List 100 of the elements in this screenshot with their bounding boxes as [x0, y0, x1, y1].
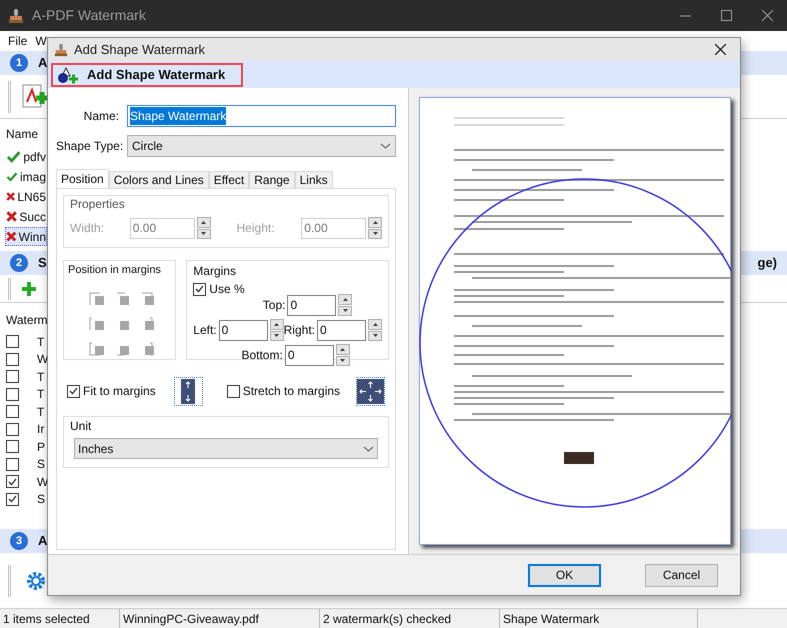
close-icon[interactable]: [715, 44, 726, 55]
window-title: A-PDF Watermark: [32, 6, 146, 25]
stamp-icon: [54, 42, 68, 56]
margin-field[interactable]: 0: [317, 320, 366, 340]
margin-field[interactable]: 0: [284, 344, 334, 366]
dialog-heading: Add Shape Watermark: [87, 66, 226, 84]
dialog-button[interactable]: OK: [528, 564, 601, 586]
spin-buttons[interactable]: [270, 319, 284, 341]
group-title: Properties: [70, 196, 126, 213]
cross-icon: [6, 209, 18, 224]
file-row[interactable]: imag: [6, 168, 46, 185]
shape-type-label: Shape Type:: [56, 138, 124, 155]
watermark-name: P: [37, 438, 46, 456]
file-name: pdfv: [23, 148, 46, 166]
watermark-name: T: [37, 386, 44, 404]
dialog-button[interactable]: Cancel: [645, 564, 718, 586]
checkbox[interactable]: [67, 384, 80, 398]
tab[interactable]: Colors and Lines: [108, 171, 209, 188]
margin-label: Left:: [193, 322, 217, 339]
checkbox[interactable]: [6, 458, 19, 471]
fit-vertical-button[interactable]: [174, 376, 203, 406]
margin-label: Top:: [262, 297, 286, 314]
checkbox[interactable]: [193, 282, 206, 296]
status-text: Shape Watermark: [500, 609, 698, 628]
section-title: S: [38, 254, 47, 272]
menu-item[interactable]: W: [35, 32, 47, 50]
fit-to-margins-label: Fit to margins: [83, 383, 156, 400]
checkbox[interactable]: [6, 440, 19, 454]
add-pdf-icon[interactable]: [21, 84, 49, 110]
step-number: 1: [10, 54, 28, 72]
name-label: Name:: [82, 108, 120, 125]
unit-dropdown[interactable]: Inches: [74, 438, 378, 459]
status-text: 2 watermark(s) checked: [320, 609, 500, 628]
tab[interactable]: Position: [56, 169, 109, 188]
watermark-name: T: [37, 334, 44, 351]
height-label: Height:: [236, 220, 276, 237]
status-text: 1 items selected: [0, 609, 120, 628]
section-title: A: [38, 532, 48, 550]
checkbox[interactable]: [6, 405, 19, 418]
file-name: Winn: [18, 228, 46, 246]
margin-field[interactable]: 0: [287, 294, 336, 316]
column-header: Name: [6, 126, 38, 143]
cross-icon: [6, 229, 17, 244]
name-field[interactable]: Shape Watermark: [127, 105, 396, 127]
watermark-name: T: [37, 404, 44, 421]
spin-buttons[interactable]: [368, 319, 382, 341]
column-header: Waterm: [6, 312, 48, 329]
checkbox[interactable]: [6, 388, 19, 401]
stretch-button[interactable]: [356, 376, 385, 406]
margin-label: Bottom:: [241, 347, 283, 364]
checkbox[interactable]: [6, 492, 19, 506]
group-title: Unit: [70, 418, 92, 435]
watermark-name: S: [37, 456, 46, 474]
status-text: WinningPC-Giveaway.pdf: [120, 609, 320, 628]
caret-icon: [380, 143, 391, 149]
file-row[interactable]: LN65: [6, 188, 46, 205]
watermark-name: S: [37, 491, 46, 508]
checkbox[interactable]: [6, 370, 19, 384]
menu-item[interactable]: File: [8, 32, 28, 50]
maximize-icon[interactable]: [721, 10, 732, 21]
tab[interactable]: Effect: [208, 171, 250, 188]
checkbox[interactable]: [6, 475, 19, 488]
file-name: Succ: [19, 208, 46, 226]
checkbox[interactable]: [226, 384, 240, 398]
stamp-icon: [8, 8, 24, 24]
tab[interactable]: Range: [249, 171, 295, 188]
plus-icon[interactable]: [21, 280, 37, 296]
section-title: A: [38, 54, 48, 72]
use-percent-label: Use %: [209, 281, 245, 298]
gear-icon[interactable]: [25, 570, 47, 592]
file-row[interactable]: Winn: [6, 228, 46, 245]
margin-label: Right:: [284, 322, 315, 339]
section-title-end: ge): [758, 254, 777, 272]
checkbox[interactable]: [6, 352, 19, 366]
spin-buttons[interactable]: [338, 294, 352, 316]
margin-field[interactable]: 0: [218, 320, 268, 340]
group-title: Margins: [193, 263, 237, 280]
check-icon: [6, 150, 22, 164]
tab[interactable]: Links: [294, 171, 333, 188]
watermark-name: T: [37, 368, 44, 386]
checkbox[interactable]: [6, 335, 19, 348]
stretch-to-margins-label: Stretch to margins: [242, 383, 340, 400]
shape-type-dropdown[interactable]: Circle: [127, 135, 396, 157]
spin-buttons[interactable]: [336, 344, 350, 366]
width-label: Width:: [70, 220, 106, 237]
step-number: 3: [10, 532, 28, 550]
vertical-arrows-icon: [181, 378, 196, 404]
file-name: imag: [20, 168, 46, 186]
four-arrows-icon: [357, 378, 384, 404]
dialog-title: Add Shape Watermark: [74, 40, 206, 59]
file-row[interactable]: pdfv: [6, 148, 46, 165]
group-title: Position in margins: [68, 263, 161, 278]
caret-icon: [363, 446, 374, 452]
check-icon: [6, 170, 18, 184]
shape-add-icon: [57, 66, 79, 84]
checkbox[interactable]: [6, 422, 19, 436]
step-number: 2: [10, 254, 28, 272]
file-row[interactable]: Succ: [6, 208, 46, 225]
check-icon: [69, 387, 78, 395]
check-icon: [195, 285, 204, 293]
